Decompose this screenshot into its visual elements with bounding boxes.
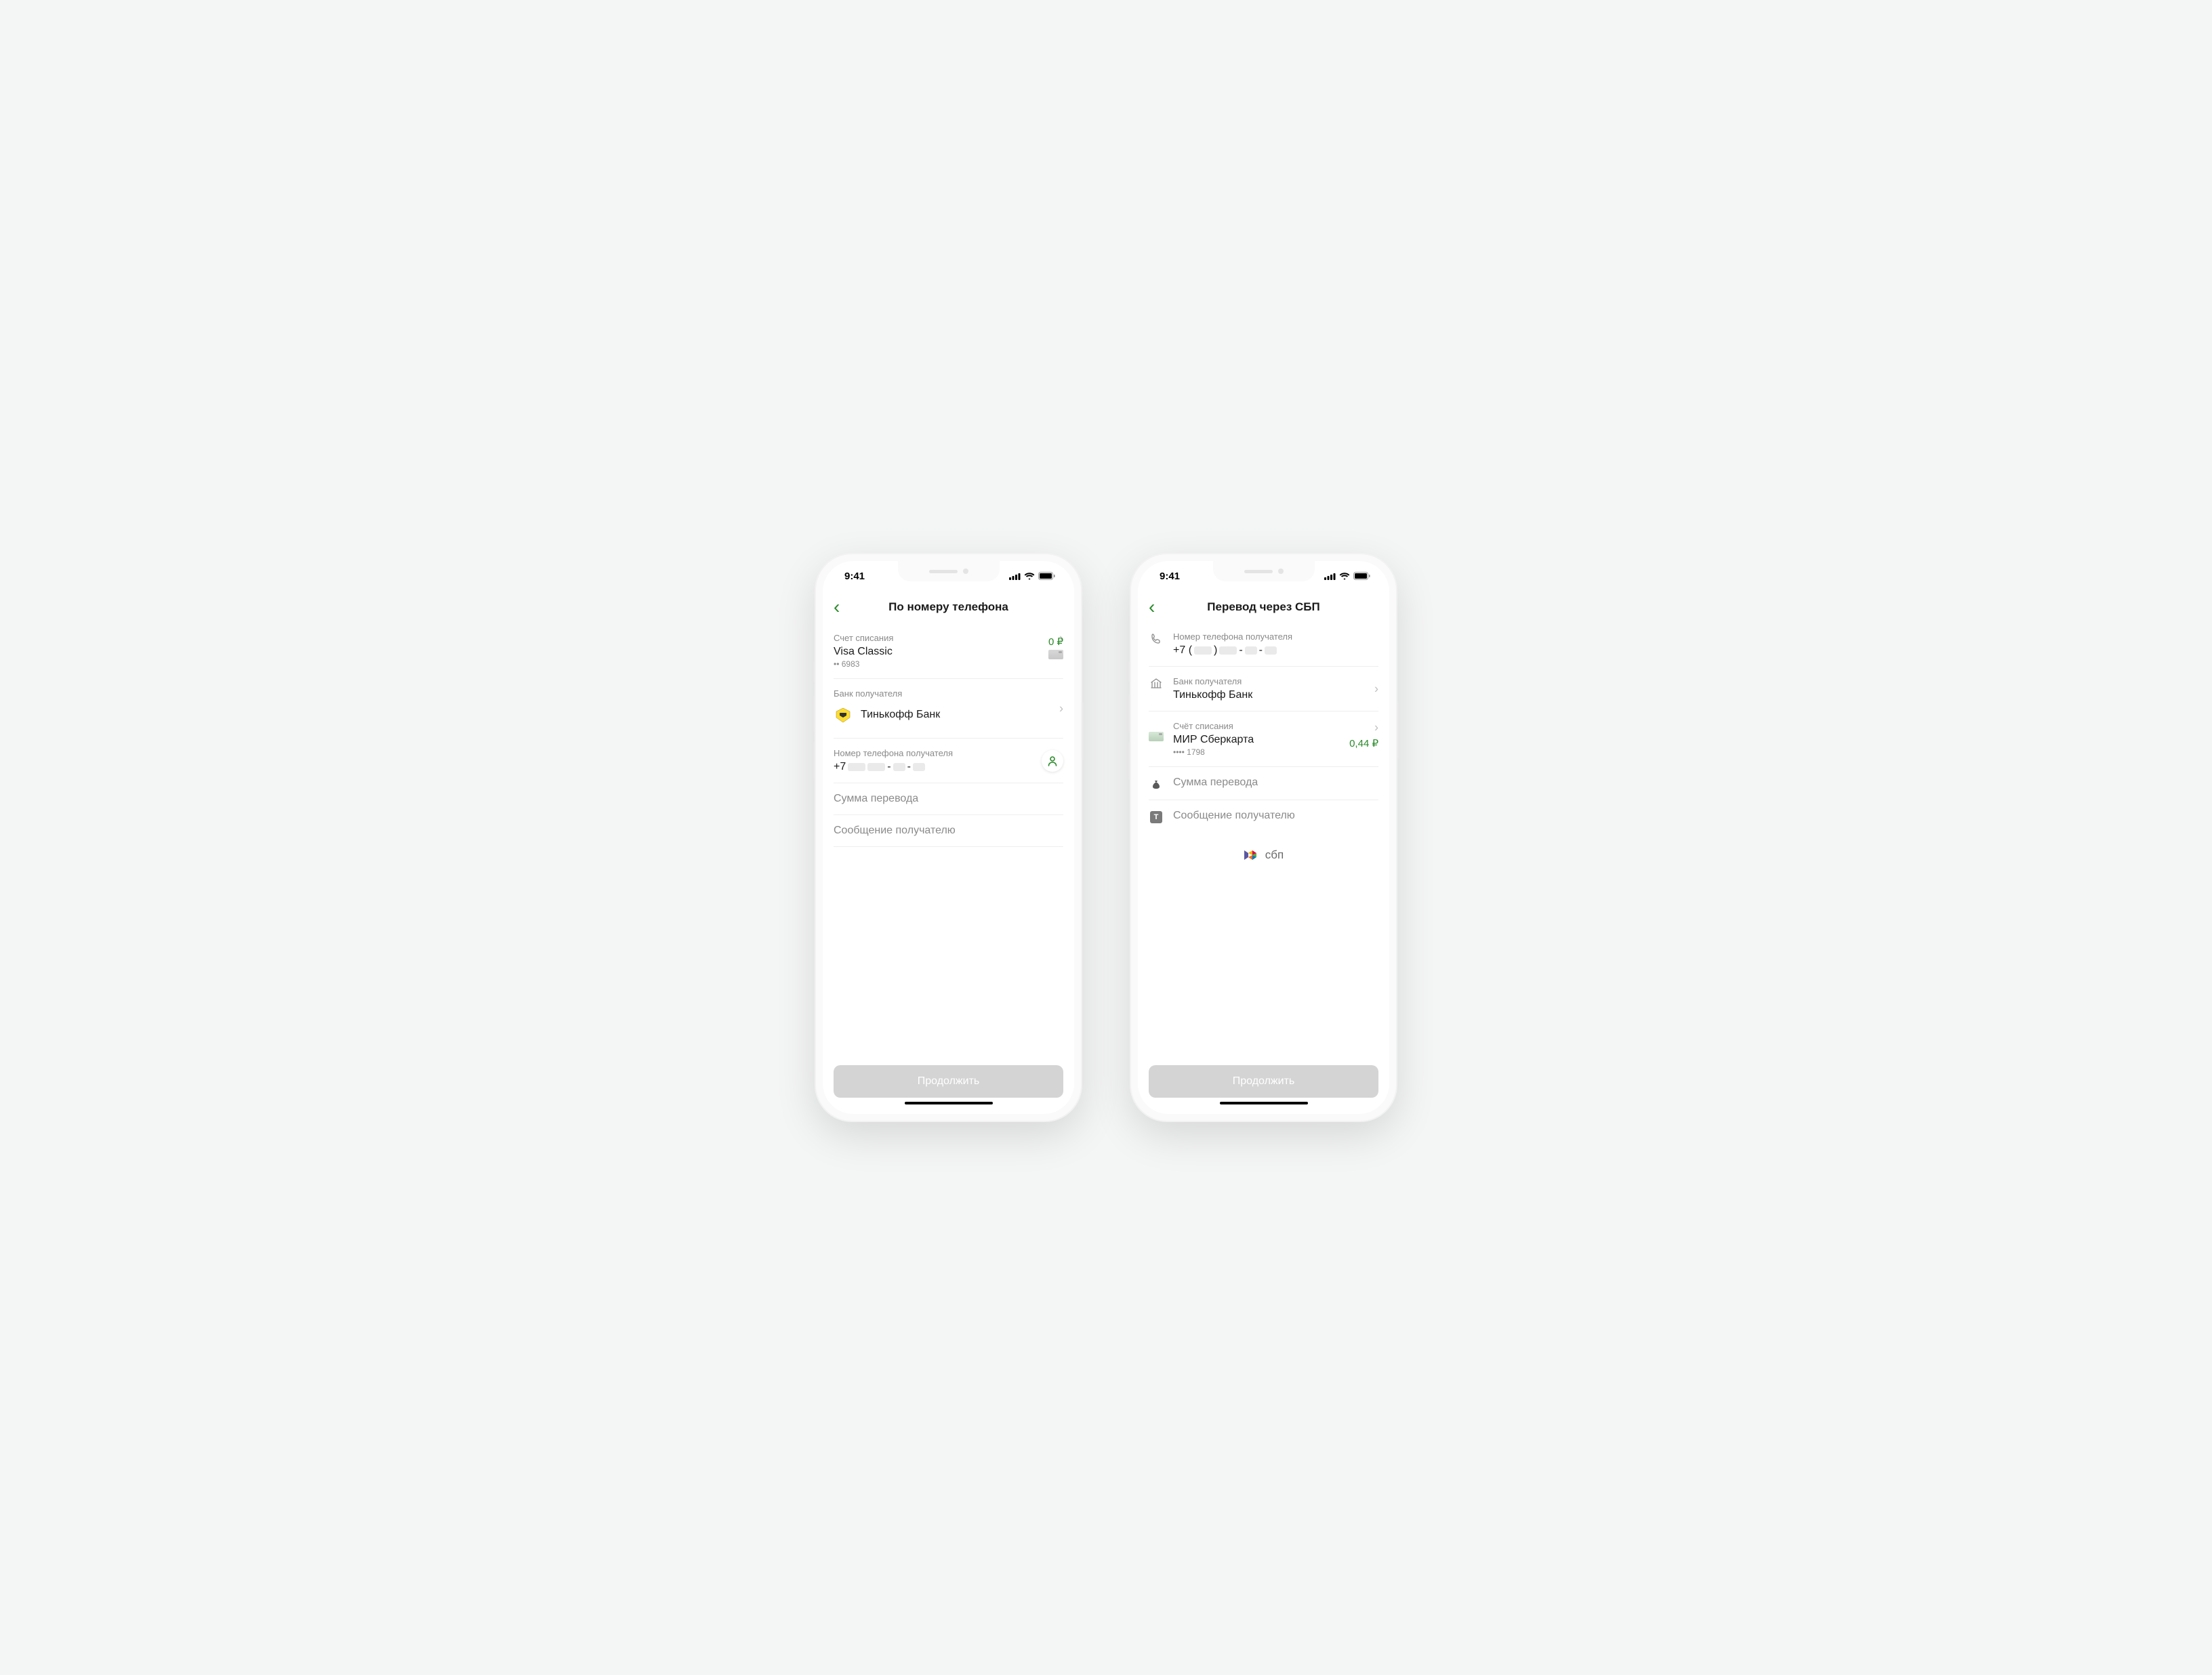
header: ‹ Перевод через СБП — [1138, 591, 1389, 626]
amount-row[interactable]: Сумма перевода — [1149, 767, 1378, 800]
status-time: 9:41 — [844, 571, 865, 582]
screen: 9:41 ‹ По номеру телефона Счет списания … — [823, 561, 1074, 1114]
source-account-label: Счет списания — [834, 633, 1063, 643]
chevron-right-icon: › — [1059, 701, 1063, 716]
status-icons — [1324, 572, 1370, 580]
battery-icon — [1353, 572, 1370, 580]
message-placeholder: Сообщение получателю — [1173, 810, 1378, 822]
notch — [898, 561, 1000, 581]
card-icon — [1048, 650, 1063, 659]
continue-button[interactable]: Продолжить — [1149, 1065, 1378, 1098]
message-placeholder: Сообщение получателю — [834, 825, 1063, 837]
source-balance: 0 ₽ — [1048, 636, 1063, 648]
recipient-bank-label: Банк получателя — [1173, 676, 1378, 686]
amount-placeholder: Сумма перевода — [834, 793, 1063, 805]
content: Счет списания Visa Classic •• 6983 › 0 ₽… — [823, 626, 1074, 1056]
source-account-card: Visa Classic — [834, 646, 1063, 658]
recipient-phone-row[interactable]: Номер телефона получателя +7 ( ) - - — [1149, 626, 1378, 667]
source-account-row[interactable]: Счет списания Visa Classic •• 6983 › 0 ₽ — [834, 626, 1063, 679]
recipient-bank-name: Тинькофф Банк — [861, 709, 940, 721]
phone-icon — [1149, 632, 1164, 645]
source-account-masked: •••• 1798 — [1173, 747, 1378, 757]
notch — [1213, 561, 1315, 581]
screen: 9:41 ‹ Перевод через СБП Номер телефона … — [1138, 561, 1389, 1114]
status-icons — [1009, 572, 1055, 580]
back-button[interactable]: ‹ — [1149, 598, 1160, 617]
recipient-phone-label: Номер телефона получателя — [834, 748, 1063, 758]
source-balance: 0,44 ₽ — [1349, 737, 1378, 749]
back-button[interactable]: ‹ — [834, 598, 845, 617]
battery-icon — [1038, 572, 1055, 580]
message-row[interactable]: Т Сообщение получателю — [1149, 800, 1378, 833]
continue-button[interactable]: Продолжить — [834, 1065, 1063, 1098]
source-account-masked: •• 6983 — [834, 659, 1063, 669]
recipient-phone-row[interactable]: Номер телефона получателя +7 - - — [834, 739, 1063, 783]
card-icon — [1149, 721, 1164, 741]
sbp-label: сбп — [1265, 848, 1284, 862]
chevron-right-icon: › — [1374, 682, 1378, 696]
recipient-phone-label: Номер телефона получателя — [1173, 632, 1378, 642]
footer: Продолжить — [823, 1056, 1074, 1114]
recipient-bank-row[interactable]: Банк получателя Тинькофф Банк › — [1149, 667, 1378, 711]
text-icon: Т — [1149, 810, 1164, 823]
phone-mockup-right: 9:41 ‹ Перевод через СБП Номер телефона … — [1130, 553, 1397, 1122]
bank-icon — [1149, 676, 1164, 690]
message-row[interactable]: Сообщение получателю — [834, 815, 1063, 847]
source-account-row[interactable]: Счёт списания МИР Сберкарта •••• 1798 › … — [1149, 711, 1378, 767]
wifi-icon — [1024, 573, 1035, 580]
header: ‹ По номеру телефона — [823, 591, 1074, 626]
source-account-card: МИР Сберкарта — [1173, 734, 1378, 746]
money-bag-icon — [1149, 777, 1164, 790]
recipient-bank-label: Банк получателя — [834, 688, 1063, 699]
contact-picker-button[interactable] — [1042, 750, 1063, 772]
recipient-phone-value: +7 - - — [834, 761, 1063, 773]
recipient-phone-value: +7 ( ) - - — [1173, 644, 1378, 657]
amount-placeholder: Сумма перевода — [1173, 777, 1378, 789]
footer: Продолжить — [1138, 1056, 1389, 1114]
recipient-bank-row[interactable]: Банк получателя Тинькофф Банк › — [834, 679, 1063, 739]
cellular-icon — [1324, 573, 1336, 580]
cellular-icon — [1009, 573, 1021, 580]
person-icon — [1047, 756, 1058, 766]
home-indicator[interactable] — [905, 1102, 993, 1104]
tinkoff-icon — [834, 705, 853, 724]
source-account-label: Счёт списания — [1173, 721, 1378, 731]
page-title: По номеру телефона — [823, 600, 1074, 614]
recipient-bank-name: Тинькофф Банк — [1173, 689, 1378, 701]
sbp-icon — [1244, 845, 1261, 865]
chevron-right-icon: › — [1374, 721, 1378, 735]
amount-row[interactable]: Сумма перевода — [834, 783, 1063, 815]
phone-mockup-left: 9:41 ‹ По номеру телефона Счет списания … — [815, 553, 1082, 1122]
content: Номер телефона получателя +7 ( ) - - Бан… — [1138, 626, 1389, 1056]
sbp-logo: сбп — [1149, 833, 1378, 877]
home-indicator[interactable] — [1220, 1102, 1308, 1104]
status-time: 9:41 — [1160, 571, 1180, 582]
wifi-icon — [1339, 573, 1350, 580]
page-title: Перевод через СБП — [1138, 600, 1389, 614]
